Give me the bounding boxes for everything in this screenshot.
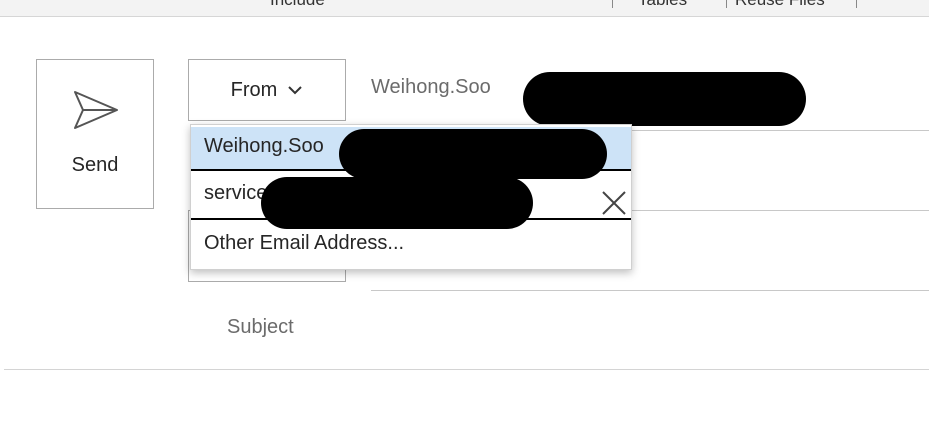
ribbon-separator xyxy=(612,0,613,8)
ribbon-reuse-files-label[interactable]: Reuse Files xyxy=(735,0,825,10)
send-button-label: Send xyxy=(71,154,119,176)
subject-field-underline xyxy=(4,369,929,370)
from-button-label: From xyxy=(230,78,278,101)
ribbon-tables-label[interactable]: Tables xyxy=(638,0,687,10)
dropdown-item-other-address[interactable]: Other Email Address... xyxy=(191,223,631,263)
redaction-mark xyxy=(523,72,806,126)
send-button[interactable]: Send xyxy=(36,59,154,209)
redaction-mark xyxy=(339,129,607,179)
from-button[interactable]: From xyxy=(188,59,346,121)
redaction-mark xyxy=(261,177,533,229)
ribbon-remnant: Include Tables Reuse Files xyxy=(0,0,929,17)
from-dropdown-menu: Weihong.Soo service Other Email Address.… xyxy=(190,124,632,270)
ribbon-include-label[interactable]: Include xyxy=(270,0,325,10)
send-icon xyxy=(74,91,118,129)
ribbon-separator xyxy=(856,0,857,8)
chevron-down-icon xyxy=(288,86,303,95)
subject-label: Subject xyxy=(227,316,294,338)
close-icon[interactable] xyxy=(601,190,627,216)
bcc-field-underline xyxy=(371,290,929,291)
ribbon-separator xyxy=(726,0,727,8)
cc-field-underline xyxy=(631,210,929,211)
from-address-value: Weihong.Soo xyxy=(371,76,491,98)
